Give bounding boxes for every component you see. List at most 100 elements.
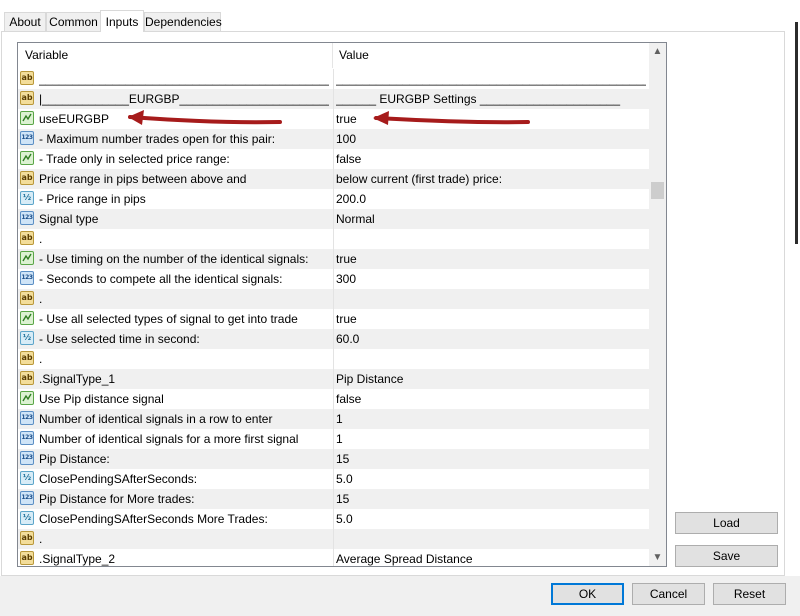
string-type-icon: ab: [20, 351, 34, 365]
variable-cell: .: [39, 292, 43, 306]
scroll-up-icon[interactable]: ▲: [649, 43, 666, 60]
column-divider: [333, 69, 334, 89]
value-cell[interactable]: true: [336, 309, 646, 329]
integer-type-icon: 123: [20, 431, 34, 445]
variable-cell: |_____________EURGBP____________________…: [39, 92, 329, 106]
column-divider: [333, 469, 334, 489]
column-divider: [333, 129, 334, 149]
double-type-icon: ½: [20, 471, 34, 485]
table-row[interactable]: ½ - Price range in pips 200.0: [18, 189, 650, 209]
value-cell[interactable]: 300: [336, 269, 646, 289]
tab-common[interactable]: Common: [46, 12, 101, 31]
column-divider: [333, 369, 334, 389]
value-cell[interactable]: 1: [336, 429, 646, 449]
value-cell[interactable]: [336, 529, 646, 549]
table-row[interactable]: Use Pip distance signal false: [18, 389, 650, 409]
table-row[interactable]: 123 Number of identical signals in a row …: [18, 409, 650, 429]
reset-button[interactable]: Reset: [713, 583, 786, 605]
value-cell[interactable]: [336, 349, 646, 369]
string-type-icon: ab: [20, 291, 34, 305]
variable-cell: .: [39, 532, 43, 546]
double-type-icon: ½: [20, 511, 34, 525]
column-divider: [333, 269, 334, 289]
value-cell[interactable]: false: [336, 389, 646, 409]
column-header-value[interactable]: Value: [333, 43, 646, 68]
variable-cell: - Use selected time in second:: [39, 332, 200, 346]
column-header-variable[interactable]: Variable: [18, 43, 333, 68]
load-button[interactable]: Load: [675, 512, 778, 534]
column-divider: [333, 229, 334, 249]
table-row[interactable]: ab.: [18, 229, 650, 249]
variable-cell: - Use timing on the number of the identi…: [39, 252, 309, 266]
table-row[interactable]: ab |_____________EURGBP__________________…: [18, 89, 650, 109]
string-type-icon: ab: [20, 551, 34, 565]
value-cell[interactable]: 100: [336, 129, 646, 149]
column-divider: [333, 349, 334, 369]
column-divider: [333, 409, 334, 429]
value-cell[interactable]: 1: [336, 409, 646, 429]
value-cell[interactable]: ______ EURGBP Settings _________________…: [336, 89, 646, 109]
table-row[interactable]: useEURGBP true: [18, 109, 650, 129]
integer-type-icon: 123: [20, 451, 34, 465]
table-row[interactable]: 123 Number of identical signals for a mor…: [18, 429, 650, 449]
column-divider: [333, 89, 334, 109]
tab-about[interactable]: About: [4, 12, 46, 31]
table-row[interactable]: ab .SignalType_1 Pip Distance: [18, 369, 650, 389]
table-row[interactable]: ab.: [18, 289, 650, 309]
value-cell[interactable]: ________________________________________…: [336, 69, 646, 89]
value-cell[interactable]: Normal: [336, 209, 646, 229]
value-cell[interactable]: true: [336, 249, 646, 269]
variable-cell: Use Pip distance signal: [39, 392, 164, 406]
tab-dependencies[interactable]: Dependencies: [144, 12, 222, 31]
table-row[interactable]: 123 Pip Distance for More trades: 15: [18, 489, 650, 509]
cancel-button[interactable]: Cancel: [632, 583, 705, 605]
column-divider: [333, 189, 334, 209]
table-row[interactable]: 123 Signal type Normal: [18, 209, 650, 229]
value-cell[interactable]: [336, 229, 646, 249]
value-cell[interactable]: Average Spread Distance: [336, 549, 646, 566]
inputs-grid[interactable]: Variable Value ab _______________________…: [17, 42, 667, 567]
table-row[interactable]: 123 - Maximum number trades open for thi…: [18, 129, 650, 149]
value-cell[interactable]: Pip Distance: [336, 369, 646, 389]
value-cell[interactable]: 200.0: [336, 189, 646, 209]
value-cell[interactable]: 5.0: [336, 469, 646, 489]
table-row[interactable]: ab Price range in pips between above and b…: [18, 169, 650, 189]
save-button[interactable]: Save: [675, 545, 778, 567]
scrollbar-thumb[interactable]: [651, 182, 664, 199]
table-row[interactable]: ½ ClosePendingSAfterSeconds More Trades: 5…: [18, 509, 650, 529]
value-cell[interactable]: true: [336, 109, 646, 129]
double-type-icon: ½: [20, 331, 34, 345]
table-row[interactable]: ab.: [18, 529, 650, 549]
column-divider: [333, 209, 334, 229]
value-cell[interactable]: false: [336, 149, 646, 169]
boolean-type-icon: [20, 111, 34, 125]
table-row[interactable]: ab .SignalType_2 Average Spread Distance: [18, 549, 650, 566]
ok-button[interactable]: OK: [551, 583, 624, 605]
value-cell[interactable]: 5.0: [336, 509, 646, 529]
table-row[interactable]: - Use all selected types of signal to ge…: [18, 309, 650, 329]
column-divider: [333, 169, 334, 189]
vertical-scrollbar[interactable]: ▲ ▼: [649, 43, 666, 566]
table-row[interactable]: ab ______________________________________…: [18, 69, 650, 89]
window-edge-shadow: [795, 22, 798, 244]
integer-type-icon: 123: [20, 411, 34, 425]
value-cell[interactable]: 15: [336, 489, 646, 509]
tab-inputs[interactable]: Inputs: [100, 10, 144, 32]
table-row[interactable]: ab.: [18, 349, 650, 369]
variable-cell: useEURGBP: [39, 112, 110, 126]
table-row[interactable]: 123 Pip Distance: 15: [18, 449, 650, 469]
column-divider: [333, 489, 334, 509]
table-row[interactable]: ½ ClosePendingSAfterSeconds: 5.0: [18, 469, 650, 489]
table-row[interactable]: ½ - Use selected time in second: 60.0: [18, 329, 650, 349]
value-cell[interactable]: below current (first trade) price:: [336, 169, 646, 189]
string-type-icon: ab: [20, 231, 34, 245]
table-row[interactable]: 123 - Seconds to compete all the identic…: [18, 269, 650, 289]
value-cell[interactable]: [336, 289, 646, 309]
table-row[interactable]: - Trade only in selected price range: fal…: [18, 149, 650, 169]
value-cell[interactable]: 15: [336, 449, 646, 469]
scroll-down-icon[interactable]: ▼: [649, 549, 666, 566]
variable-cell: - Seconds to compete all the identical s…: [39, 272, 283, 286]
table-row[interactable]: - Use timing on the number of the identi…: [18, 249, 650, 269]
value-cell[interactable]: 60.0: [336, 329, 646, 349]
variable-cell: Number of identical signals in a row to …: [39, 412, 273, 426]
